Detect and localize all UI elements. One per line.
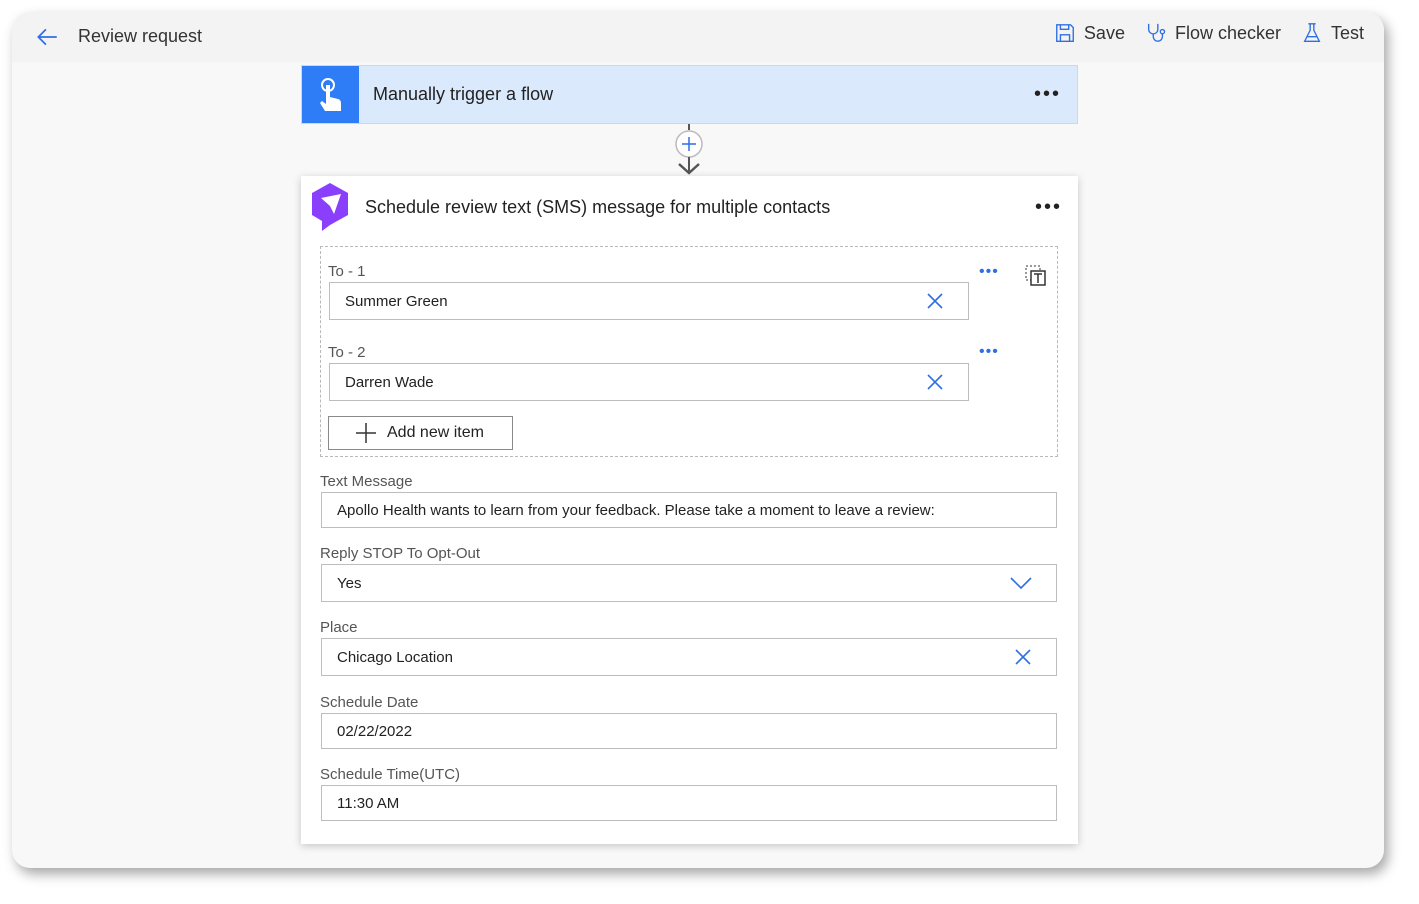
- text-message-value: Apollo Health wants to learn from your f…: [337, 501, 935, 519]
- reply-stop-value: Yes: [337, 574, 362, 592]
- add-new-item-button[interactable]: Add new item: [328, 416, 513, 450]
- save-label: Save: [1083, 22, 1125, 43]
- test-button[interactable]: Test: [1301, 22, 1364, 44]
- flow-checker-label: Flow checker: [1174, 22, 1281, 43]
- save-icon: [1055, 24, 1074, 42]
- schedule-time-input[interactable]: 11:30 AM: [321, 785, 1057, 821]
- reply-stop-dropdown[interactable]: Yes: [321, 564, 1057, 602]
- schedule-date-label: Schedule Date: [320, 694, 419, 711]
- action-card: Schedule review text (SMS) message for m…: [301, 176, 1078, 844]
- flow-checker-button[interactable]: Flow checker: [1145, 22, 1281, 44]
- text-message-label: Text Message: [320, 473, 413, 490]
- to-1-label: To - 1: [328, 263, 366, 280]
- back-arrow-icon[interactable]: [34, 24, 60, 50]
- to-array: To - 1 ••• Summer Green To - 2 ••• Darre…: [320, 246, 1058, 457]
- touch-icon: [302, 66, 359, 123]
- place-label: Place: [320, 619, 358, 636]
- clear-icon[interactable]: [926, 292, 944, 310]
- reply-stop-label: Reply STOP To Opt-Out: [320, 545, 481, 562]
- trigger-title: Manually trigger a flow: [373, 84, 554, 104]
- chevron-down-icon[interactable]: [1010, 576, 1032, 590]
- schedule-time-value: 11:30 AM: [337, 794, 400, 812]
- flow-editor-window: Review request Save Flow checker Test Ma…: [12, 12, 1384, 868]
- place-value: Chicago Location: [337, 648, 453, 666]
- schedule-date-input[interactable]: 02/22/2022: [321, 713, 1057, 749]
- trigger-card[interactable]: Manually trigger a flow •••: [301, 65, 1078, 124]
- page-title: Review request: [78, 26, 203, 46]
- to-2-value: Darren Wade: [345, 373, 434, 391]
- clear-icon[interactable]: [926, 373, 944, 391]
- item-options-icon[interactable]: •••: [979, 263, 999, 281]
- item-options-icon[interactable]: •••: [979, 343, 999, 361]
- more-options-icon[interactable]: •••: [1034, 83, 1061, 106]
- header: Review request Save Flow checker Test: [12, 12, 1384, 62]
- stethoscope-icon: [1147, 23, 1166, 42]
- schedule-date-value: 02/22/2022: [337, 722, 413, 740]
- insert-step-icon[interactable]: [674, 124, 704, 176]
- to-1-value: Summer Green: [345, 292, 448, 310]
- switch-to-text-icon[interactable]: [1024, 264, 1048, 288]
- action-title: Schedule review text (SMS) message for m…: [365, 196, 831, 217]
- clear-icon[interactable]: [1014, 648, 1032, 666]
- flask-icon: [1303, 23, 1321, 42]
- text-message-input[interactable]: Apollo Health wants to learn from your f…: [321, 492, 1057, 528]
- add-new-item-label: Add new item: [387, 424, 484, 441]
- save-button[interactable]: Save: [1054, 22, 1125, 44]
- to-2-label: To - 2: [328, 344, 366, 361]
- test-label: Test: [1330, 22, 1364, 43]
- sms-connector-icon: [312, 183, 348, 231]
- to-2-input[interactable]: Darren Wade: [329, 363, 969, 401]
- place-input[interactable]: Chicago Location: [321, 638, 1057, 676]
- schedule-time-label: Schedule Time(UTC): [320, 766, 461, 783]
- to-1-input[interactable]: Summer Green: [329, 282, 969, 320]
- plus-icon: [356, 423, 376, 443]
- more-options-icon[interactable]: •••: [1035, 196, 1062, 219]
